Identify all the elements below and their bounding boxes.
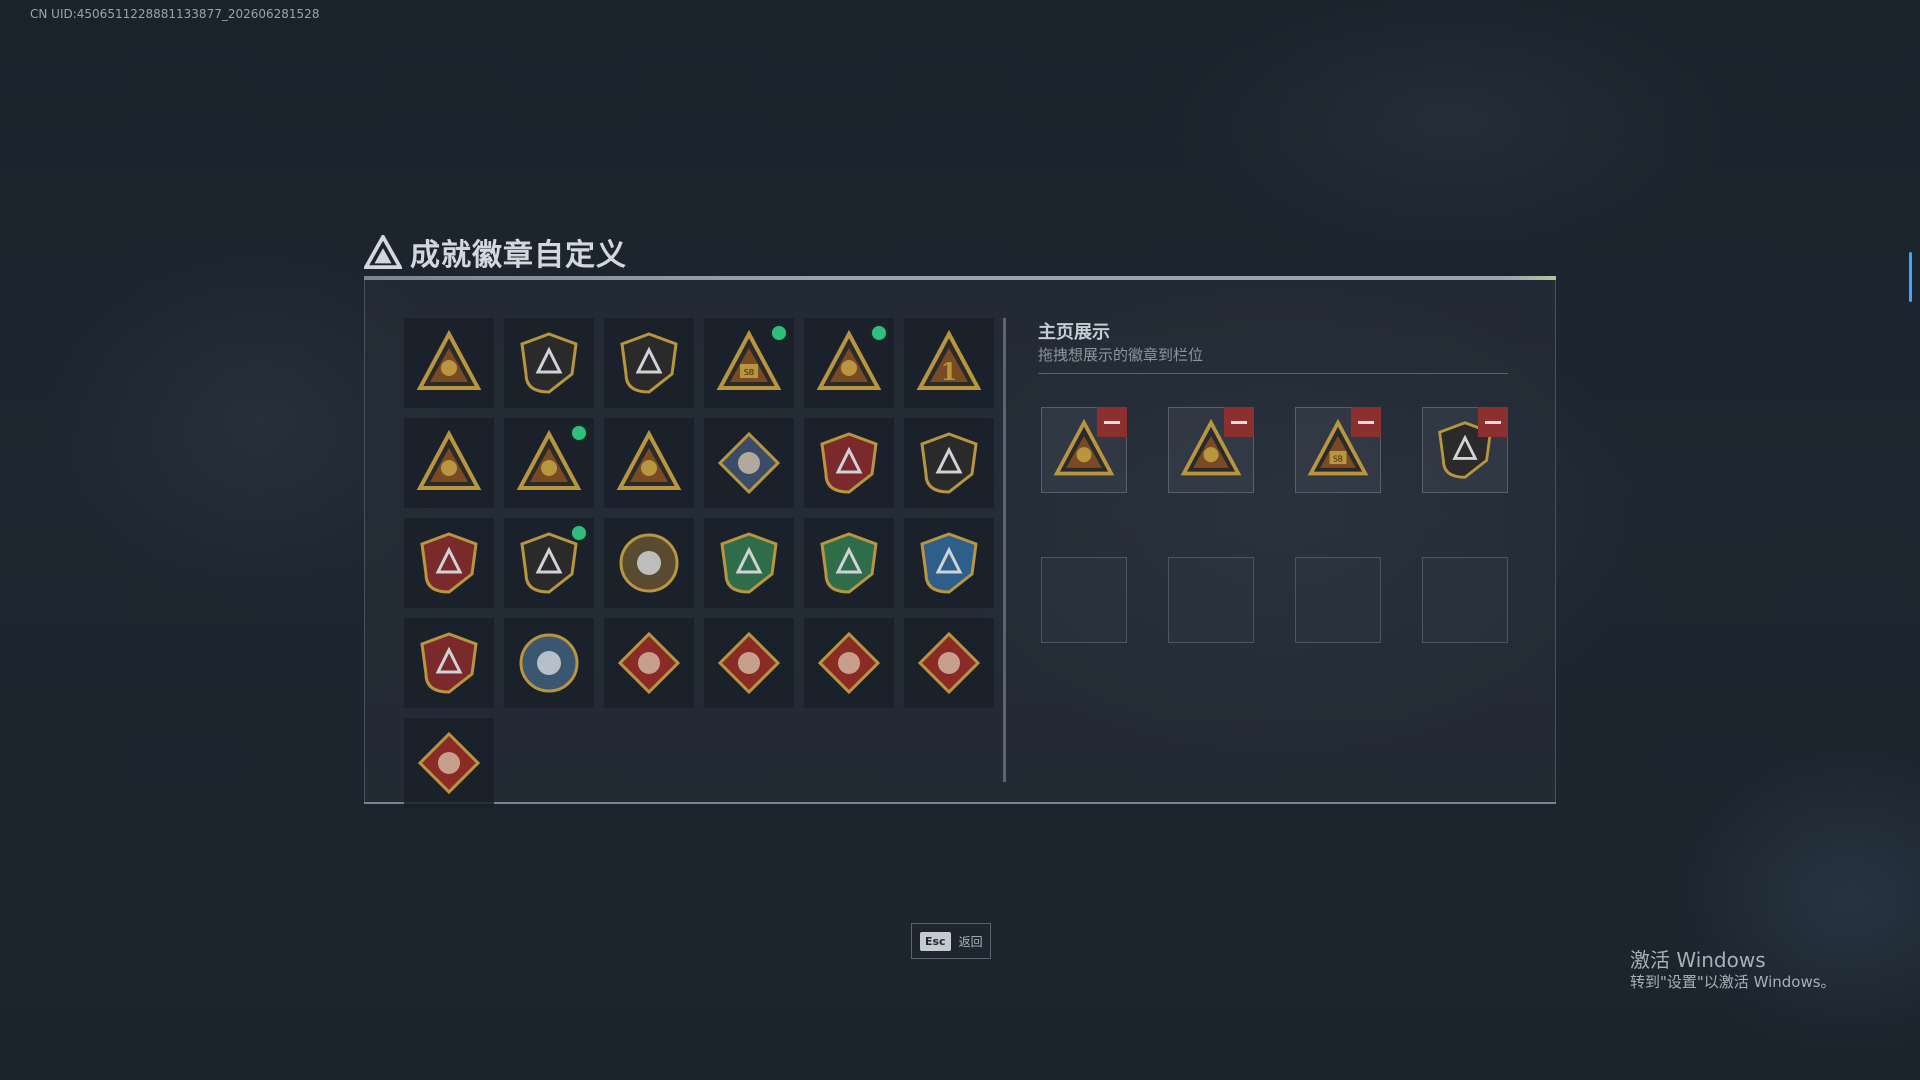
remove-badge-button[interactable] [1224, 407, 1254, 437]
minus-icon [1358, 420, 1374, 424]
badge-slot[interactable] [704, 418, 794, 508]
panel-divider [1003, 318, 1006, 782]
rocket-diamond-badge-icon [716, 430, 782, 496]
badge-slot[interactable] [704, 518, 794, 608]
display-slot-filled[interactable] [1168, 407, 1254, 493]
green-skull-badge-icon [716, 530, 782, 596]
minus-icon [1104, 420, 1120, 424]
supply-triangle-badge-icon [416, 430, 482, 496]
display-slot-filled[interactable] [1422, 407, 1508, 493]
esc-key: Esc [920, 931, 951, 951]
badge-slot[interactable] [504, 318, 594, 408]
badge-slot[interactable] [404, 618, 494, 708]
display-title: 主页展示 [1038, 322, 1110, 343]
triangle-shield-badge-icon [416, 330, 482, 396]
badge-slot[interactable] [504, 418, 594, 508]
badge-slot[interactable] [804, 418, 894, 508]
shield-emblem-badge-icon [916, 430, 982, 496]
badge-slot[interactable]: SB [704, 318, 794, 408]
badge-slot[interactable] [604, 518, 694, 608]
badge-slot[interactable] [504, 518, 594, 608]
badge-slot[interactable] [604, 318, 694, 408]
badge-slot[interactable] [804, 518, 894, 608]
remove-badge-button[interactable] [1351, 407, 1381, 437]
gold-crest-badge-icon [416, 630, 482, 696]
squad-triangle-badge-icon [616, 430, 682, 496]
svg-text:SB: SB [1333, 454, 1343, 463]
scroll-indicator[interactable] [1909, 252, 1912, 302]
helicopter-badge-icon [516, 330, 582, 396]
display-slot-empty[interactable] [1168, 557, 1254, 643]
uid-label: CN UID:4506511228881133877_202606281528 [30, 7, 320, 21]
badge-slot[interactable] [404, 318, 494, 408]
badge-slot[interactable] [804, 318, 894, 408]
crosshair-skull-badge-icon [616, 530, 682, 596]
back-button[interactable]: Esc 返回 [911, 923, 991, 959]
new-indicator-dot [770, 324, 788, 342]
badge-slot[interactable] [404, 718, 494, 808]
remove-badge-button[interactable] [1478, 407, 1508, 437]
new-indicator-dot [570, 524, 588, 542]
skull-star-badge-icon [816, 430, 882, 496]
star-crest-badge-icon [416, 530, 482, 596]
display-divider [1038, 373, 1508, 374]
new-indicator-dot [570, 424, 588, 442]
page-title: 成就徽章自定义 [410, 238, 627, 273]
lion-shield-badge-icon [516, 530, 582, 596]
arrow-shield-badge-icon [616, 330, 682, 396]
red-runner-badge-icon [816, 630, 882, 696]
display-slot-empty[interactable] [1422, 557, 1508, 643]
number-one-badge-icon: 1 [916, 330, 982, 396]
display-slot-filled[interactable]: SB [1295, 407, 1381, 493]
blue-rifle-shield-badge-icon [916, 530, 982, 596]
badge-slot[interactable] [504, 618, 594, 708]
new-indicator-dot [870, 324, 888, 342]
page-header: 成就徽章自定义 [364, 230, 627, 274]
remove-badge-button[interactable] [1097, 407, 1127, 437]
windows-activation-title: 激活 Windows [1630, 948, 1766, 972]
display-subtitle: 拖拽想展示的徽章到栏位 [1038, 346, 1204, 364]
badge-slot[interactable] [604, 418, 694, 508]
red-wolf-badge-icon [916, 630, 982, 696]
svg-text:SB: SB [744, 368, 755, 377]
red-sword-badge-icon [416, 730, 482, 796]
windows-activation-subtitle: 转到"设置"以激活 Windows。 [1630, 973, 1836, 991]
badge-slot[interactable] [804, 618, 894, 708]
minus-icon [1485, 420, 1501, 424]
badge-slot[interactable] [904, 518, 994, 608]
minus-icon [1231, 420, 1247, 424]
helmet-triangle-badge-icon [816, 330, 882, 396]
badge-slot[interactable] [404, 418, 494, 508]
red-dragon-badge-icon [616, 630, 682, 696]
green-rifle-shield-badge-icon [816, 530, 882, 596]
red-beast-badge-icon [716, 630, 782, 696]
badge-slot[interactable] [904, 618, 994, 708]
badge-slot[interactable] [604, 618, 694, 708]
badge-slot[interactable] [904, 418, 994, 508]
back-label: 返回 [958, 934, 983, 949]
badge-slot[interactable] [404, 518, 494, 608]
display-slot-empty[interactable] [1295, 557, 1381, 643]
badge-grid: SB 1 [404, 318, 994, 808]
sb-triangle-badge-icon: SB [716, 330, 782, 396]
soldier-triangle-badge-icon [516, 430, 582, 496]
eagle-badge-icon [516, 630, 582, 696]
display-slot-filled[interactable] [1041, 407, 1127, 493]
badge-slot[interactable] [704, 618, 794, 708]
display-slot-empty[interactable] [1041, 557, 1127, 643]
triangle-logo-icon [364, 235, 402, 269]
svg-text:1: 1 [941, 357, 958, 386]
badge-slot[interactable]: 1 [904, 318, 994, 408]
